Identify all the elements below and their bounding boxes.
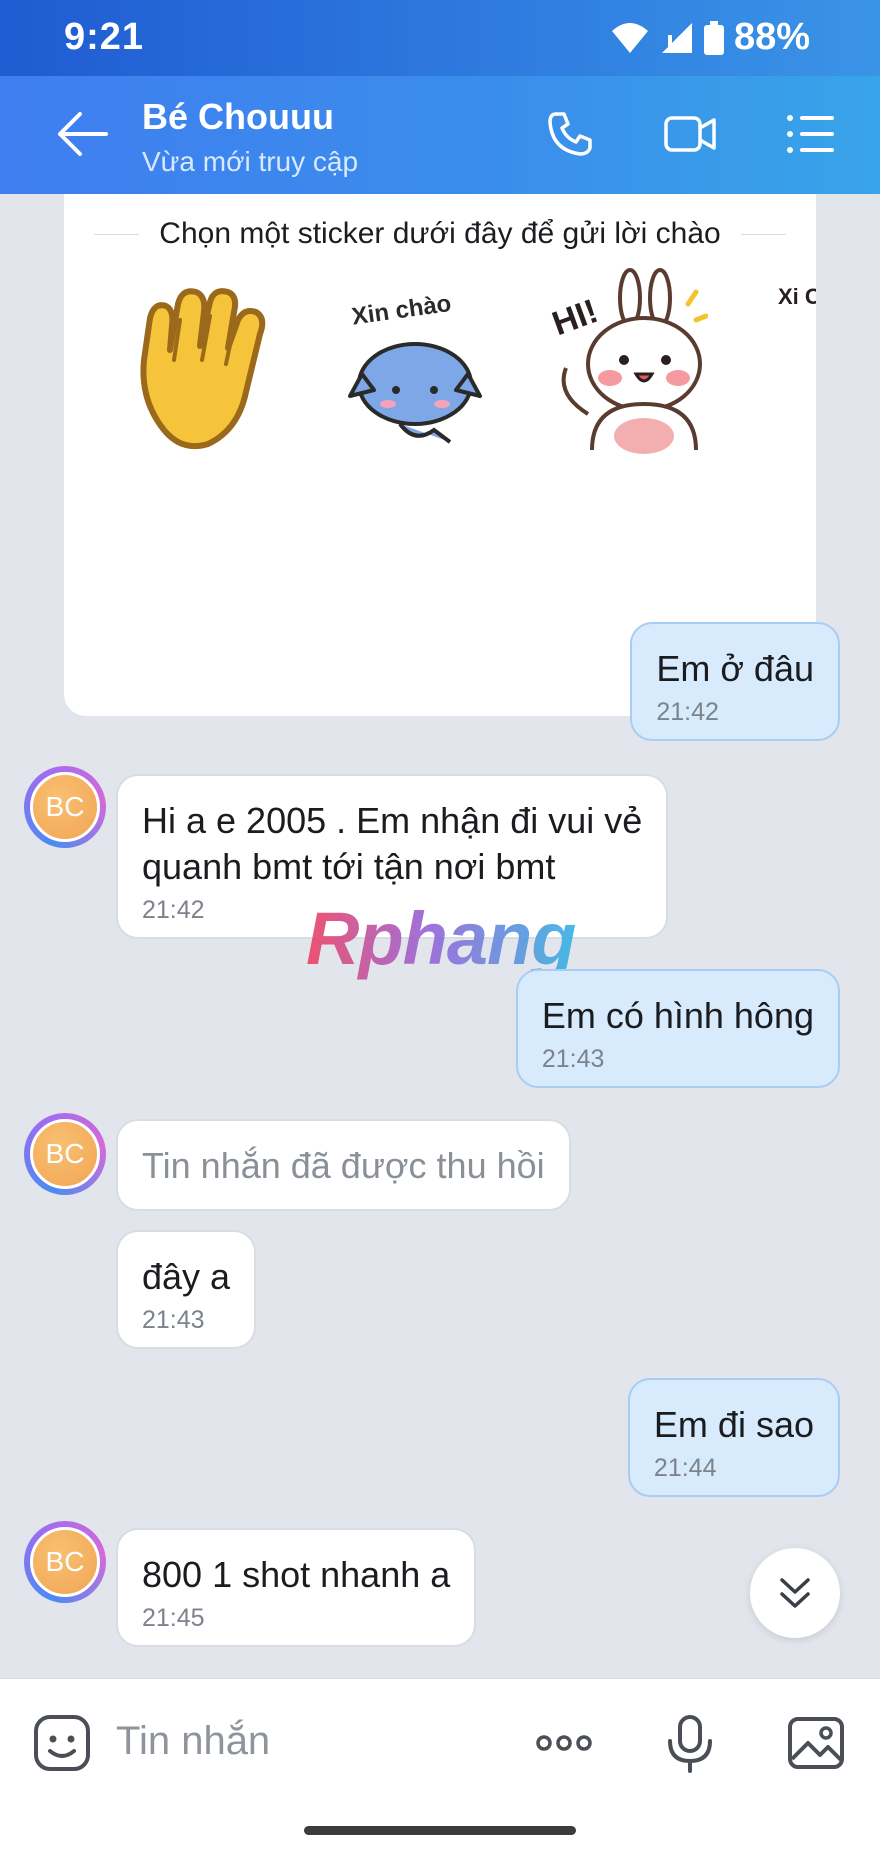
- status-time: 9:21: [64, 16, 145, 58]
- message-time: 21:42: [656, 698, 719, 726]
- video-call-icon[interactable]: [662, 106, 718, 162]
- phone-call-icon[interactable]: [542, 106, 598, 162]
- microphone-icon[interactable]: [660, 1713, 720, 1773]
- message-bubble-outgoing[interactable]: Em có hình hông 21:43: [515, 969, 840, 1088]
- phone-screen: 9:21 88% Bé Chouuu Vừa mới truy cập Chọn…: [0, 0, 880, 1859]
- message-text-line: quanh bmt tới tận nơi bmt: [142, 846, 556, 887]
- contact-name[interactable]: Bé Chouuu: [142, 96, 334, 138]
- battery-percent: 88%: [733, 16, 810, 58]
- divider: [740, 233, 787, 235]
- message-text: 800 1 shot nhanh a: [142, 1554, 451, 1595]
- chat-header: Bé Chouuu Vừa mới truy cập: [0, 76, 880, 194]
- message-text: Em ở đâu: [656, 648, 814, 689]
- sticker-caption: Xi Ch: [778, 284, 816, 309]
- divider: [94, 233, 140, 235]
- sticker-emoji-icon[interactable]: [32, 1713, 92, 1773]
- recalled-message-text: Tin nhắn đã được thu hồi: [142, 1145, 545, 1186]
- back-arrow-icon[interactable]: [52, 106, 112, 162]
- double-chevron-down-icon: [780, 1578, 810, 1608]
- signal-icon: [661, 22, 692, 53]
- status-bar: 9:21 88%: [0, 0, 880, 76]
- more-options-icon[interactable]: [534, 1713, 594, 1773]
- image-gallery-icon[interactable]: [786, 1713, 846, 1773]
- partial-sticker[interactable]: Xi Ch: [776, 274, 816, 354]
- avatar-initials: BC: [30, 1119, 100, 1189]
- menu-list-icon[interactable]: [782, 106, 838, 162]
- status-indicators: 88%: [610, 16, 810, 59]
- wifi-icon: [611, 22, 648, 53]
- message-text-line: Hi a e 2005 . Em nhận đi vui vẻ: [142, 800, 643, 841]
- sticker-caption: Xin chào: [350, 290, 453, 331]
- message-text: Em có hình hông: [541, 995, 814, 1036]
- waving-hand-sticker[interactable]: [134, 280, 274, 460]
- bunny-hi-sticker[interactable]: HI!: [548, 264, 708, 460]
- sticker-hint-text: Chọn một sticker dưới đây để gửi lời chà…: [159, 217, 721, 250]
- battery-icon: [703, 20, 724, 55]
- message-time: 21:43: [541, 1045, 605, 1073]
- avatar-initials: BC: [30, 1527, 100, 1597]
- message-bubble-outgoing[interactable]: Em ở đâu 21:42: [630, 622, 840, 741]
- cat-hello-sticker[interactable]: Xin chào: [340, 274, 490, 454]
- avatar[interactable]: BC: [24, 1521, 106, 1603]
- avatar[interactable]: BC: [24, 766, 106, 848]
- home-indicator[interactable]: [304, 1826, 576, 1835]
- chat-area[interactable]: Chọn một sticker dưới đây để gửi lời chà…: [0, 194, 880, 1678]
- message-bubble-recalled[interactable]: Tin nhắn đã được thu hồi: [116, 1119, 571, 1211]
- scroll-to-bottom-button[interactable]: [750, 1548, 840, 1638]
- message-time: 21:44: [653, 1454, 717, 1482]
- message-input[interactable]: Tin nhắn: [116, 1719, 270, 1764]
- sticker-caption: HI!: [548, 292, 603, 343]
- message-bubble-incoming[interactable]: 800 1 shot nhanh a 21:45: [116, 1528, 477, 1647]
- avatar[interactable]: BC: [24, 1113, 106, 1195]
- message-bubble-incoming[interactable]: đây a 21:43: [116, 1230, 257, 1349]
- message-bubble-outgoing[interactable]: Em đi sao 21:44: [627, 1378, 840, 1497]
- avatar-initials: BC: [30, 772, 100, 842]
- message-text: đây a: [142, 1256, 231, 1297]
- message-input-bar: Tin nhắn: [0, 1678, 880, 1804]
- contact-status: Vừa mới truy cập: [142, 146, 359, 177]
- message-time: 21:43: [142, 1306, 205, 1334]
- sticker-hint: Chọn một sticker dưới đây để gửi lời chà…: [94, 214, 787, 254]
- message-text: Em đi sao: [653, 1404, 814, 1445]
- message-time: 21:45: [142, 1604, 205, 1632]
- system-navigation-area: [0, 1804, 880, 1859]
